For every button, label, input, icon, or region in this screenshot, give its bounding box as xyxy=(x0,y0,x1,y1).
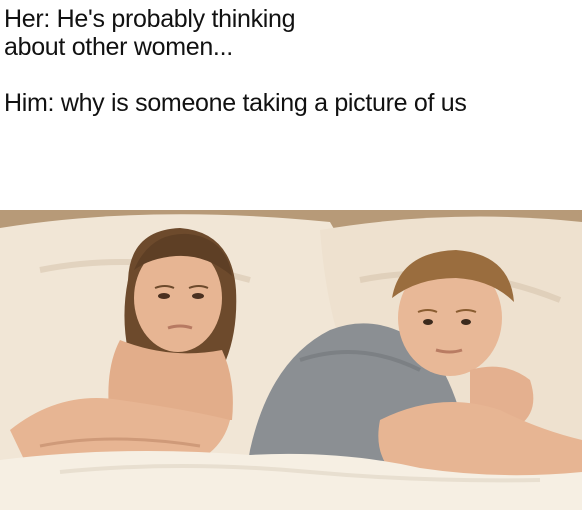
him-caption-line: Him: why is someone taking a picture of … xyxy=(4,89,467,117)
couple-in-bed-photo xyxy=(0,210,582,510)
caption: Her: He's probably thinking about other … xyxy=(0,0,582,210)
her-caption-line-1: Her: He's probably thinking xyxy=(4,5,296,33)
meme: Her: He's probably thinking about other … xyxy=(0,0,582,510)
her-caption-line-2: about other women... xyxy=(4,33,233,61)
